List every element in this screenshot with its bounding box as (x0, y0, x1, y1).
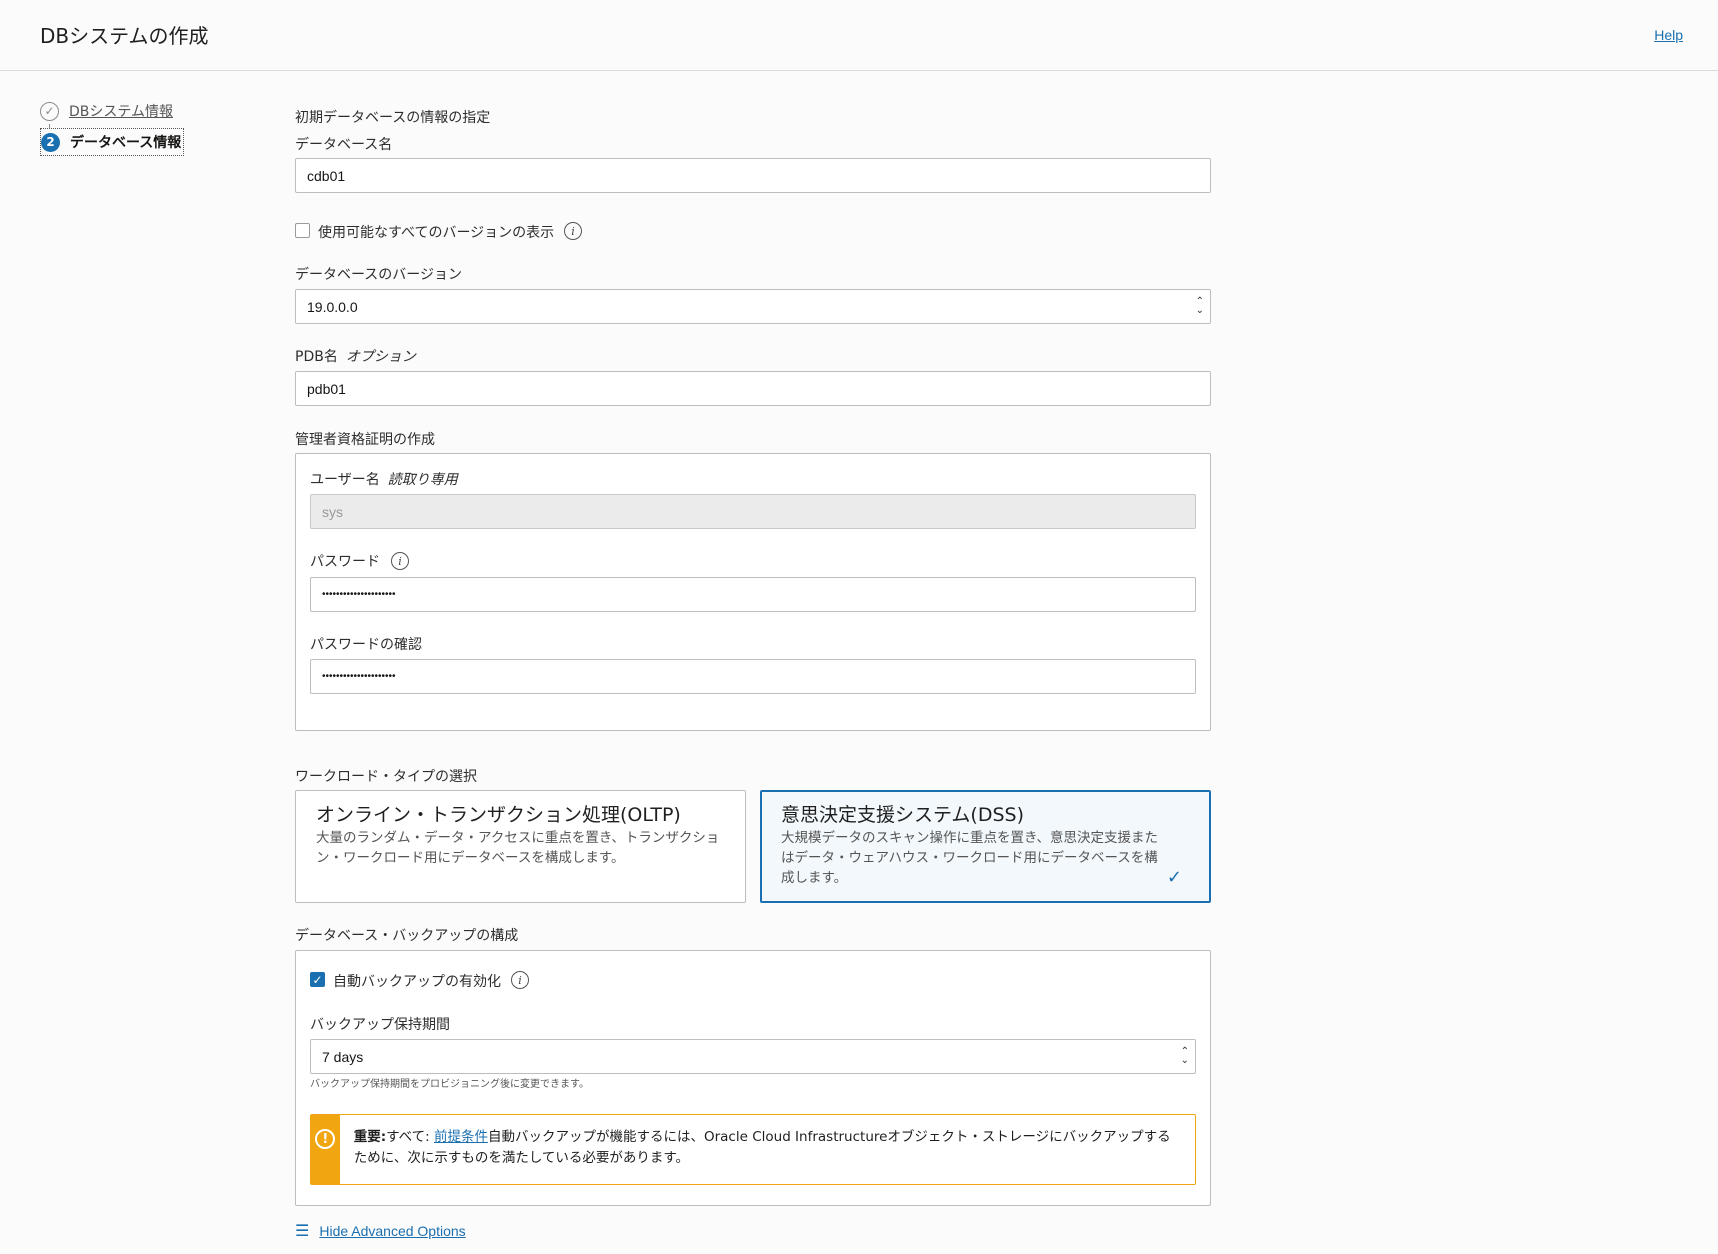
admin-credentials-title: 管理者資格証明の作成 (295, 432, 435, 448)
workload-card-oltp[interactable]: オンライン・トランザクション処理(OLTP) 大量のランダム・データ・アクセスに… (295, 790, 746, 903)
page-header: DBシステムの作成 Help (0, 0, 1718, 71)
workload-card-description: 大規模データのスキャン操作に重点を置き、意思決定支援またはデータ・ウェアハウス・… (781, 830, 1159, 886)
step-number: 2 (41, 132, 60, 152)
step-db-system-info[interactable]: ✓ DBシステム情報 (40, 98, 184, 124)
retention-label: バックアップ保持期間 (310, 1017, 450, 1033)
workload-type-title: ワークロード・タイプの選択 (295, 769, 477, 785)
retention-select[interactable]: 7 days ⌃ ⌄ (310, 1039, 1196, 1074)
backup-config-title: データベース・バックアップの構成 (295, 928, 519, 944)
exclamation-icon: ! (315, 1129, 336, 1149)
pdb-label-text: PDB名 (295, 349, 338, 365)
step-complete-check-icon: ✓ (40, 101, 59, 121)
warning-all: すべて: (386, 1129, 434, 1145)
workload-card-title: オンライン・トランザクション処理(OLTP) (316, 804, 681, 826)
auto-backup-label: 自動バックアップの有効化 (333, 974, 501, 990)
retention-hint: バックアップ保持期間をプロビジョニング後に変更できます。 (310, 1079, 589, 1090)
password-label: パスワード (310, 554, 380, 570)
sliders-icon: ☰ (295, 1221, 310, 1240)
workload-card-dss[interactable]: 意思決定支援システム(DSS) 大規模データのスキャン操作に重点を置き、意思決定… (760, 790, 1211, 903)
prerequisites-link[interactable]: 前提条件 (434, 1129, 488, 1145)
confirm-password-input[interactable]: ••••••••••••••••••••• (310, 659, 1196, 694)
checkmark-icon: ✓ (1166, 867, 1182, 888)
username-label: ユーザー名 読取り専用 (310, 469, 458, 489)
wizard-steps: ✓ DBシステム情報 2 データベース情報 (40, 98, 185, 156)
show-all-versions-label: 使用可能なすべてのバージョンの表示 (318, 225, 555, 241)
confirm-password-label: パスワードの確認 (310, 637, 422, 653)
select-updown-icon: ⌃ ⌄ (1195, 296, 1204, 316)
username-input: sys (310, 494, 1196, 529)
pdb-name-input[interactable]: pdb01 (295, 371, 1211, 406)
warning-bold: 重要: (353, 1129, 387, 1145)
select-updown-icon: ⌃ ⌄ (1180, 1046, 1189, 1066)
retention-value: 7 days (322, 1048, 364, 1065)
step-label: DBシステム情報 (69, 104, 173, 120)
help-link[interactable]: Help (1654, 27, 1683, 43)
info-icon[interactable]: i (511, 971, 529, 989)
warning-banner: ! 重要:すべて: 前提条件自動バックアップが機能するには、Oracle Clo… (310, 1114, 1196, 1185)
info-icon[interactable]: i (391, 552, 409, 570)
advanced-options-toggle[interactable]: ☰ Hide Advanced Options (295, 1221, 466, 1240)
db-version-label: データベースのバージョン (295, 267, 463, 283)
section-title: 初期データベースの情報の指定 (295, 110, 491, 126)
step-database-info[interactable]: 2 データベース情報 (40, 128, 185, 156)
hide-advanced-options-link[interactable]: Hide Advanced Options (319, 1223, 465, 1239)
auto-backup-checkbox[interactable]: ✓ (310, 972, 325, 987)
step-label: データベース情報 (70, 135, 182, 151)
optional-tag: オプション (345, 349, 416, 365)
pdb-name-label: PDB名 オプション (295, 346, 416, 366)
password-input[interactable]: ••••••••••••••••••••• (310, 577, 1196, 612)
db-name-label: データベース名 (295, 137, 393, 153)
username-label-text: ユーザー名 (310, 472, 380, 488)
page-title: DBシステムの作成 (40, 24, 209, 48)
db-version-value: 19.0.0.0 (307, 298, 358, 315)
info-icon[interactable]: i (564, 222, 582, 240)
db-version-select[interactable]: 19.0.0.0 ⌃ ⌄ (295, 289, 1211, 324)
workload-card-title: 意思決定支援システム(DSS) (781, 804, 1025, 826)
warning-text: 重要:すべて: 前提条件自動バックアップが機能するには、Oracle Cloud… (340, 1115, 1195, 1184)
warning-bar: ! (311, 1115, 340, 1184)
readonly-tag: 読取り専用 (387, 472, 458, 488)
db-name-input[interactable]: cdb01 (295, 158, 1211, 193)
workload-card-description: 大量のランダム・データ・アクセスに重点を置き、トランザクション・ワークロード用に… (316, 830, 720, 866)
show-all-versions-checkbox[interactable] (295, 223, 310, 238)
